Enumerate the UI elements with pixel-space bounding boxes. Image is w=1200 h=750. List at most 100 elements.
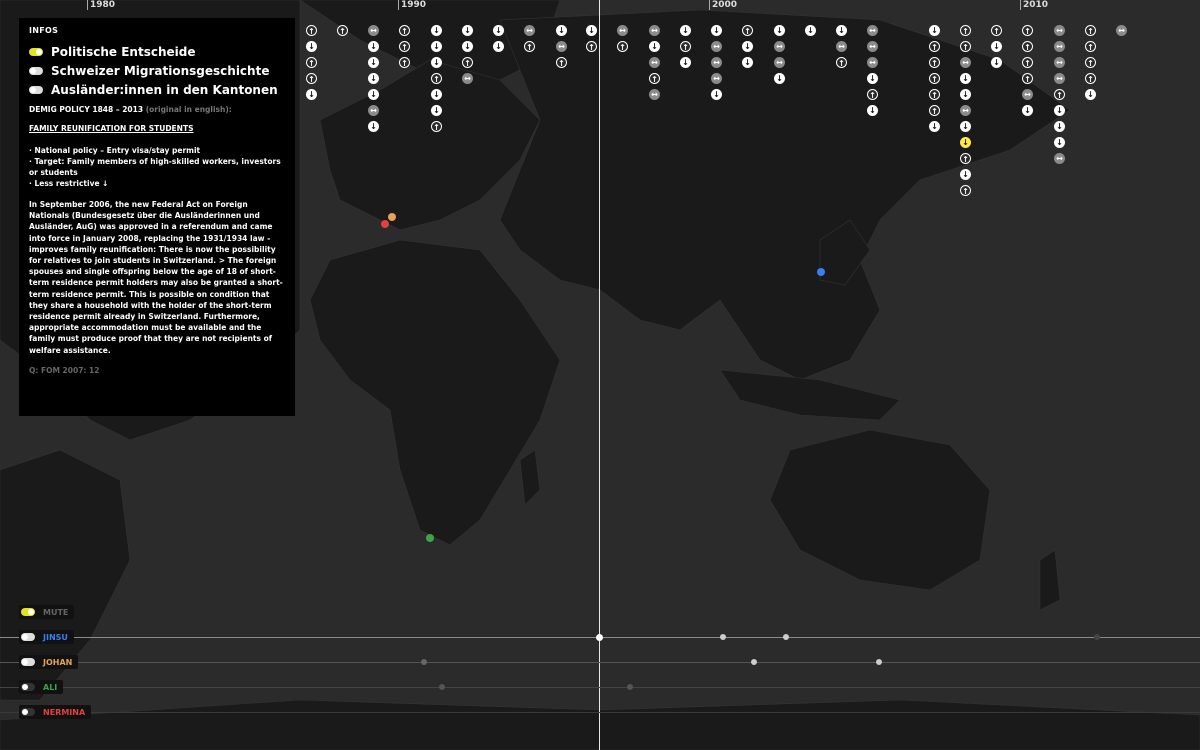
arrow-down-icon[interactable]: ↓ (960, 169, 971, 180)
arrow-down-icon[interactable]: ↓ (991, 57, 1002, 68)
arrow-up-icon[interactable]: ↑ (960, 185, 971, 196)
arrow-down-icon[interactable]: ↓ (711, 25, 722, 36)
arrow-down-icon[interactable]: ↓ (368, 57, 379, 68)
arrow-down-icon[interactable]: ↓ (960, 89, 971, 100)
arrow-down-icon[interactable]: ↓ (586, 25, 597, 36)
arrow-up-icon[interactable]: ↑ (649, 73, 660, 84)
toggle-switch-icon[interactable] (29, 86, 43, 94)
arrow-down-icon[interactable]: ↓ (431, 41, 442, 52)
track-dot[interactable] (439, 684, 445, 690)
arrow-down-icon[interactable]: ↓ (1054, 121, 1065, 132)
arrow-down-icon[interactable]: ↓ (462, 41, 473, 52)
arrow-up-icon[interactable]: ↑ (929, 73, 940, 84)
arrow-down-icon[interactable]: ↓ (493, 41, 504, 52)
arrow-up-icon[interactable]: ↑ (399, 41, 410, 52)
arrow-down-icon[interactable]: ↓ (368, 89, 379, 100)
toggle-switch-icon[interactable] (21, 633, 35, 641)
arrow-down-icon[interactable]: ↓ (1054, 105, 1065, 116)
track-dot[interactable] (876, 659, 882, 665)
toggle-switch-icon[interactable] (21, 708, 35, 716)
track-dot[interactable] (751, 659, 757, 665)
arrow-down-icon[interactable]: ↓ (867, 105, 878, 116)
arrow-both-icon[interactable]: ↔ (649, 89, 660, 100)
toggle-politische-entscheide[interactable]: Politische Entscheide (29, 45, 285, 59)
track-dot[interactable] (783, 634, 789, 640)
arrow-down-icon[interactable]: ↓ (742, 41, 753, 52)
arrow-both-icon[interactable]: ↔ (774, 57, 785, 68)
toggle-switch-icon[interactable] (29, 48, 43, 56)
arrow-down-icon[interactable]: ↓ (991, 41, 1002, 52)
arrow-up-icon[interactable]: ↑ (524, 41, 535, 52)
arrow-down-icon[interactable]: ↓ (929, 25, 940, 36)
arrow-both-icon[interactable]: ↔ (836, 41, 847, 52)
arrow-both-icon[interactable]: ↔ (711, 41, 722, 52)
arrow-down-icon[interactable]: ↓ (680, 57, 691, 68)
arrow-up-icon[interactable]: ↑ (306, 57, 317, 68)
arrow-both-icon[interactable]: ↔ (960, 105, 971, 116)
arrow-up-icon[interactable]: ↑ (617, 41, 628, 52)
arrow-up-icon[interactable]: ↑ (867, 89, 878, 100)
arrow-up-icon[interactable]: ↑ (306, 73, 317, 84)
track-dot-current[interactable] (596, 634, 603, 641)
arrow-up-icon[interactable]: ↑ (462, 57, 473, 68)
arrow-up-icon[interactable]: ↑ (556, 57, 567, 68)
arrow-up-icon[interactable]: ↑ (929, 89, 940, 100)
arrow-down-icon[interactable]: ↓ (493, 25, 504, 36)
arrow-down-icon[interactable]: ↓ (742, 57, 753, 68)
arrow-down-icon[interactable]: ↓ (431, 89, 442, 100)
arrow-both-icon[interactable]: ↔ (774, 41, 785, 52)
arrow-down-icon[interactable]: ↓ (867, 73, 878, 84)
toggle-switch-icon[interactable] (21, 658, 35, 666)
arrow-down-icon[interactable]: ↓ (929, 121, 940, 132)
arrow-down-icon[interactable]: ↓ (774, 25, 785, 36)
arrow-both-icon[interactable]: ↔ (524, 25, 535, 36)
toggle-switch-icon[interactable] (21, 683, 35, 691)
arrow-both-icon[interactable]: ↔ (649, 57, 660, 68)
arrow-both-icon[interactable]: ↔ (462, 73, 473, 84)
arrow-both-icon[interactable]: ↔ (960, 57, 971, 68)
arrow-down-icon[interactable]: ↓ (960, 121, 971, 132)
arrow-down-icon[interactable]: ↓ (306, 41, 317, 52)
arrow-both-icon[interactable]: ↔ (1054, 57, 1065, 68)
arrow-down-icon[interactable]: ↓ (368, 73, 379, 84)
arrow-both-icon[interactable]: ↔ (649, 25, 660, 36)
arrow-up-icon[interactable]: ↑ (1054, 89, 1065, 100)
arrow-down-icon[interactable]: ↓ (960, 137, 971, 148)
arrow-both-icon[interactable]: ↔ (711, 73, 722, 84)
toggle-auslaender-kantonen[interactable]: Ausländer:innen in den Kantonen (29, 83, 285, 97)
arrow-down-icon[interactable]: ↓ (836, 25, 847, 36)
arrow-down-icon[interactable]: ↓ (431, 105, 442, 116)
arrow-down-icon[interactable]: ↓ (649, 41, 660, 52)
arrow-down-icon[interactable]: ↓ (680, 25, 691, 36)
arrow-down-icon[interactable]: ↓ (711, 89, 722, 100)
arrow-up-icon[interactable]: ↑ (337, 25, 348, 36)
arrow-up-icon[interactable]: ↑ (960, 25, 971, 36)
arrow-down-icon[interactable]: ↓ (960, 73, 971, 84)
arrow-both-icon[interactable]: ↔ (1054, 41, 1065, 52)
arrow-up-icon[interactable]: ↑ (431, 121, 442, 132)
track-dot[interactable] (627, 684, 633, 690)
arrow-down-icon[interactable]: ↓ (1085, 89, 1096, 100)
arrow-both-icon[interactable]: ↔ (556, 41, 567, 52)
arrow-both-icon[interactable]: ↔ (368, 105, 379, 116)
arrow-up-icon[interactable]: ↑ (680, 41, 691, 52)
arrow-up-icon[interactable]: ↑ (1085, 25, 1096, 36)
person-toggle-jinsu[interactable]: JINSU (19, 630, 74, 644)
arrow-down-icon[interactable]: ↓ (368, 41, 379, 52)
arrow-up-icon[interactable]: ↑ (1022, 25, 1033, 36)
track-dot[interactable] (1094, 634, 1100, 640)
arrow-both-icon[interactable]: ↔ (1116, 25, 1127, 36)
toggle-switch-icon[interactable] (29, 67, 43, 75)
arrow-both-icon[interactable]: ↔ (617, 25, 628, 36)
arrow-up-icon[interactable]: ↑ (586, 41, 597, 52)
arrow-both-icon[interactable]: ↔ (1054, 73, 1065, 84)
arrow-down-icon[interactable]: ↓ (805, 25, 816, 36)
arrow-down-icon[interactable]: ↓ (431, 25, 442, 36)
track-dot[interactable] (421, 659, 427, 665)
arrow-up-icon[interactable]: ↑ (1085, 57, 1096, 68)
arrow-up-icon[interactable]: ↑ (431, 73, 442, 84)
arrow-up-icon[interactable]: ↑ (1085, 41, 1096, 52)
arrow-up-icon[interactable]: ↑ (399, 57, 410, 68)
arrow-both-icon[interactable]: ↔ (867, 41, 878, 52)
arrow-up-icon[interactable]: ↑ (1022, 57, 1033, 68)
